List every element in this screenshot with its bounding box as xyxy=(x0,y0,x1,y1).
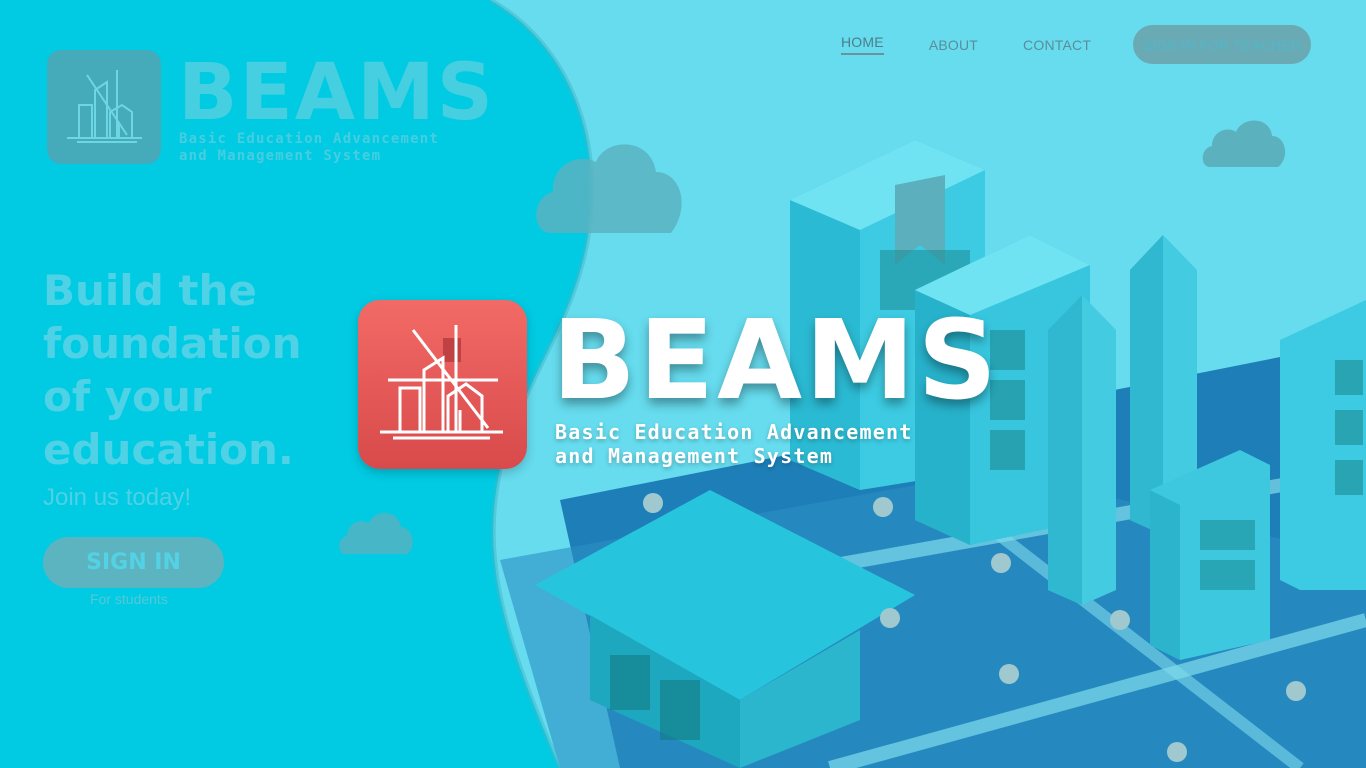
top-navigation: HOME ABOUT CONTACT xyxy=(841,34,1136,55)
headline-line: foundation xyxy=(43,319,302,368)
hero-tagline: Join us today! xyxy=(43,484,192,511)
brand-name-faint: BEAMS xyxy=(178,48,495,138)
teacher-button-label: SIGN IN FOR TEACHER xyxy=(1143,36,1301,53)
beams-logo-icon xyxy=(358,300,527,469)
cloud-icon xyxy=(536,144,682,233)
headline-line: Build the xyxy=(43,266,257,315)
headline-line: of your xyxy=(43,372,212,421)
brand-subtitle-line2: and Management System xyxy=(179,148,382,164)
sign-in-note: For students xyxy=(90,591,168,607)
sign-in-for-teacher-button[interactable]: SIGN IN FOR TEACHER xyxy=(1133,25,1311,64)
brand-subtitle-line2: and Management System xyxy=(555,444,834,468)
cloud-icon xyxy=(339,512,413,554)
nav-contact-link[interactable]: CONTACT xyxy=(1023,37,1091,53)
brand-subtitle-faint: Basic Education Advancement and Manageme… xyxy=(179,131,439,165)
student-sign-in-button[interactable]: SIGN IN xyxy=(43,537,224,588)
cloud-icon xyxy=(1202,120,1286,167)
nav-about-link[interactable]: ABOUT xyxy=(929,37,978,53)
brand-subtitle-line1: Basic Education Advancement xyxy=(179,131,439,147)
headline-line: education. xyxy=(43,425,294,474)
beams-logo-icon xyxy=(47,50,161,164)
nav-home-link[interactable]: HOME xyxy=(841,34,884,55)
hero-headline: Build the foundation of your education. xyxy=(43,264,373,476)
brand-subtitle-line1: Basic Education Advancement xyxy=(555,420,913,444)
brand-name: BEAMS xyxy=(552,296,1000,424)
brand-subtitle: Basic Education Advancement and Manageme… xyxy=(555,420,913,468)
